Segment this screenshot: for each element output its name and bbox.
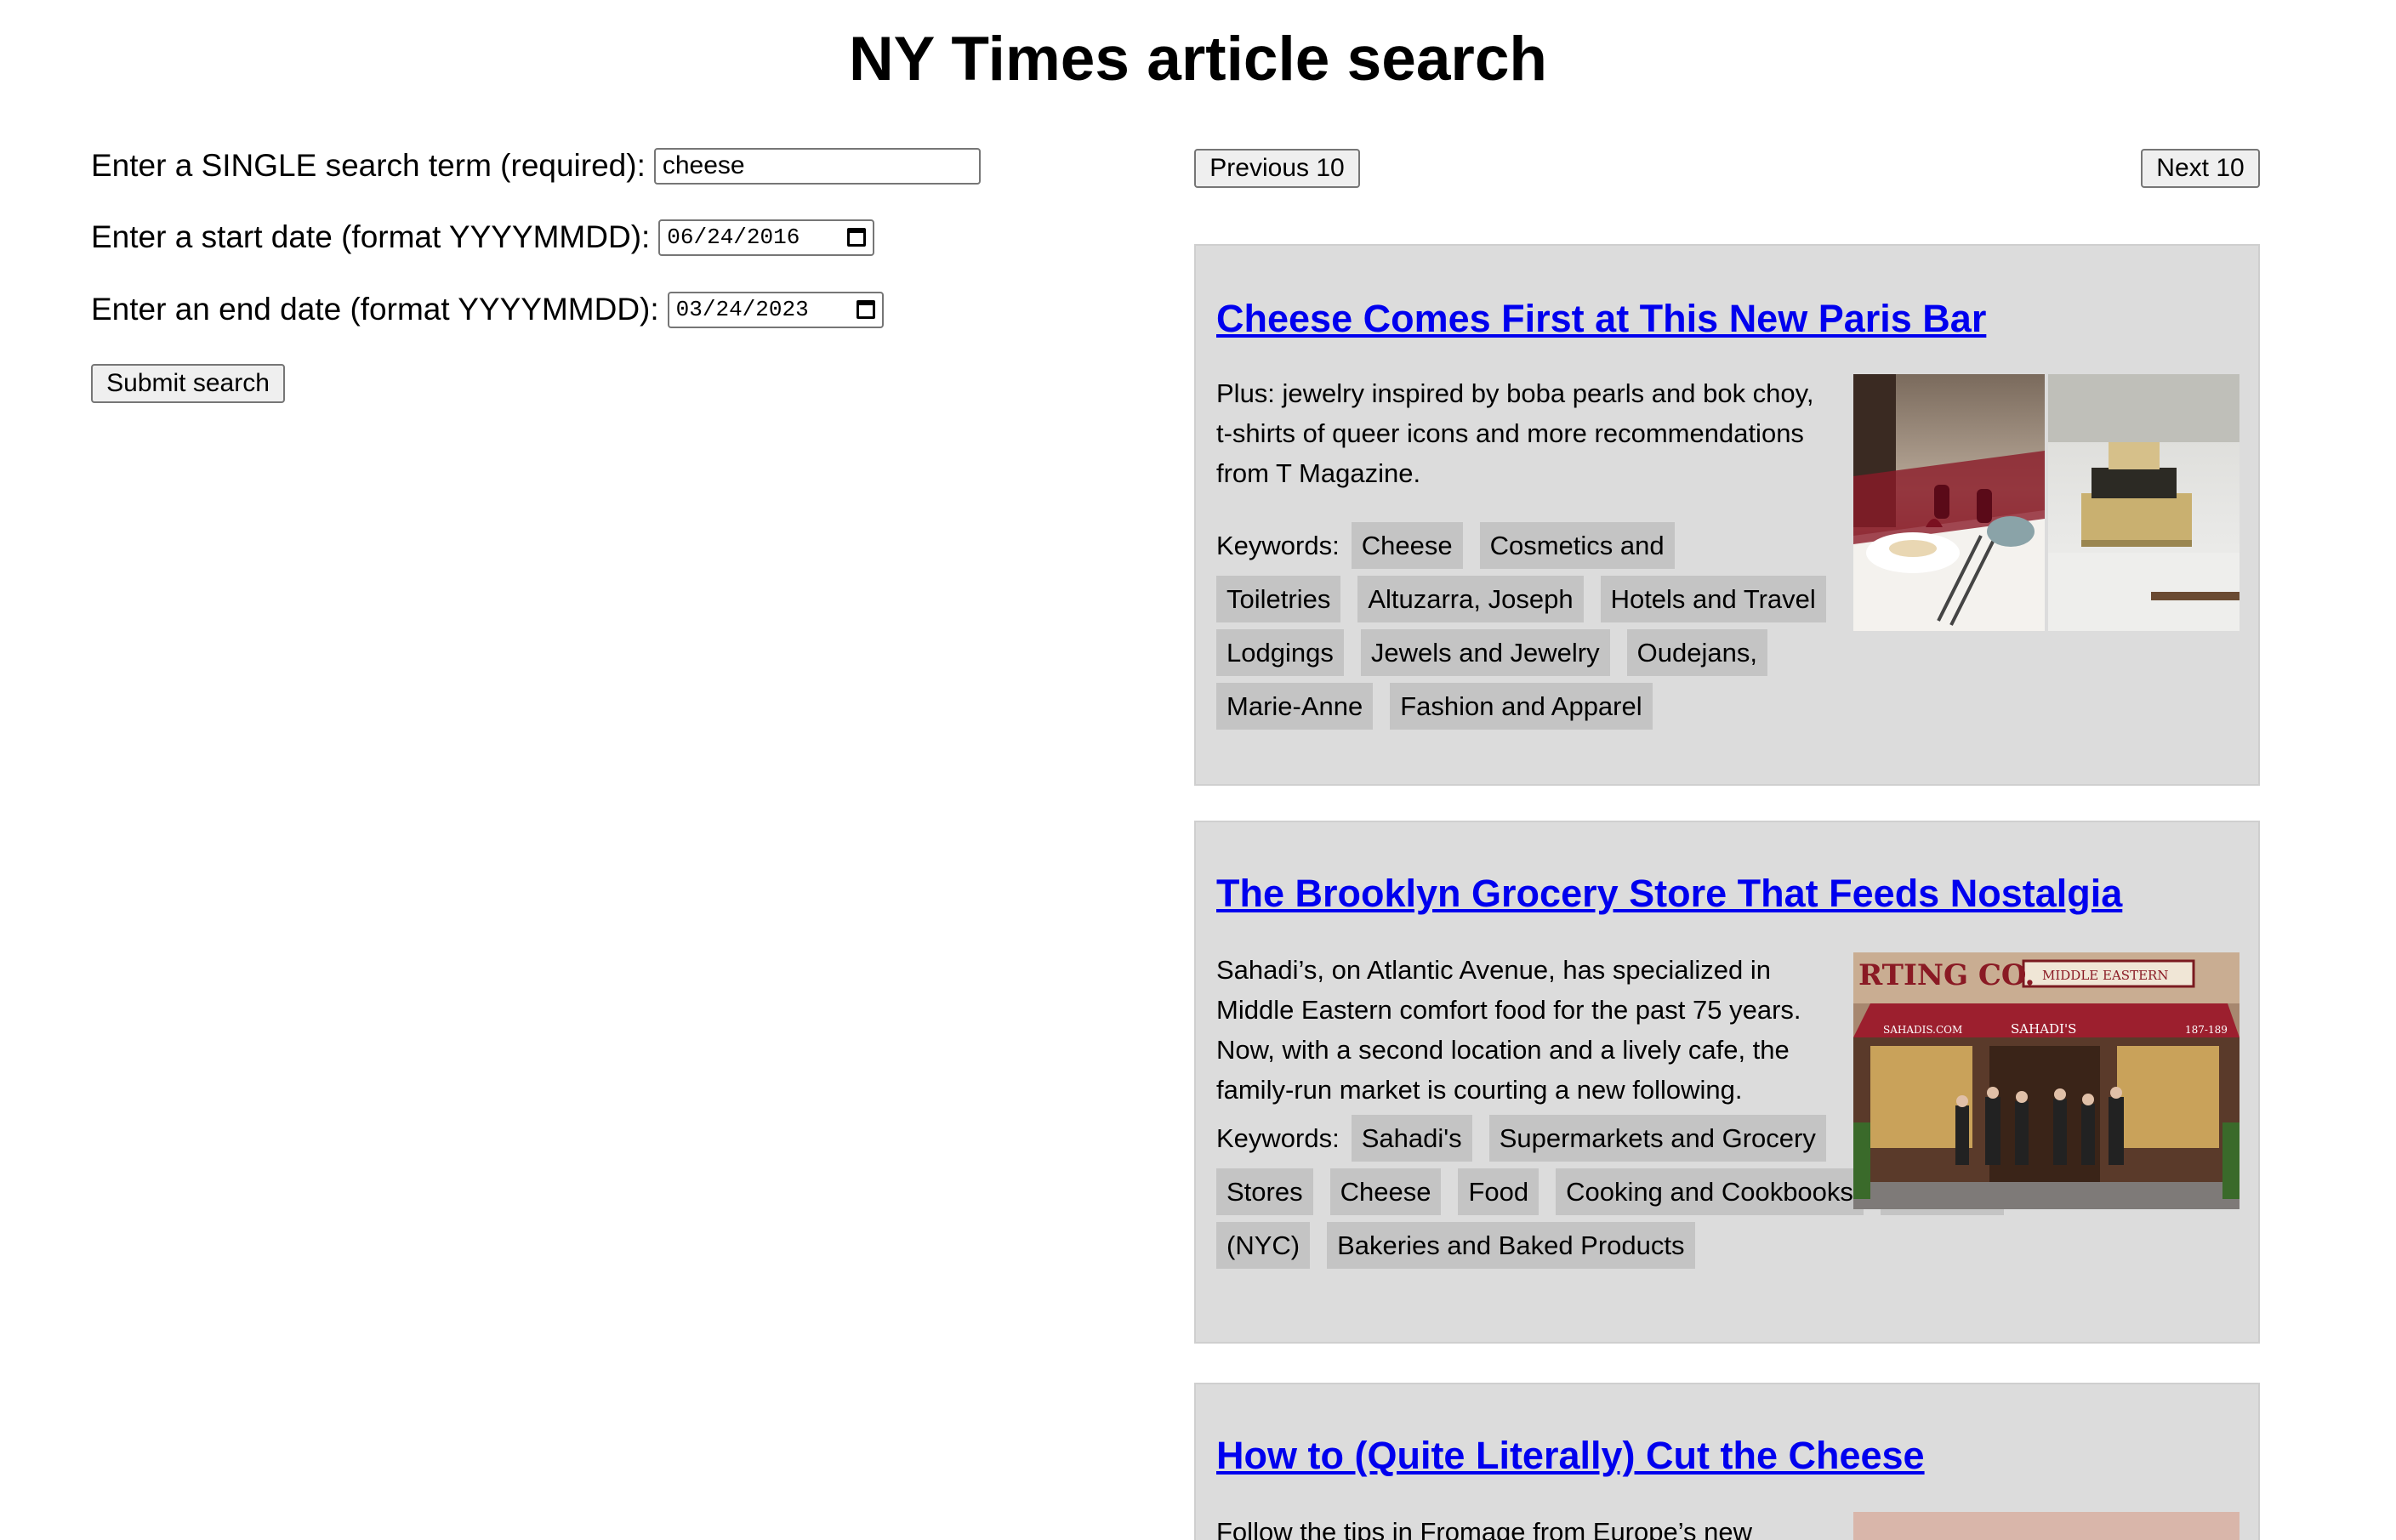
keyword-tag: Cheese	[1329, 1168, 1442, 1215]
end-date-label: Enter an end date (format YYYYMMDD):	[91, 292, 659, 327]
article-thumbnail: RTING CO. MIDDLE EASTERN SAHADIS.COM SAH…	[1853, 952, 2239, 1209]
keyword-tag: Cheese	[1351, 522, 1463, 569]
article-title-link[interactable]: How to (Quite Literally) Cut the Cheese	[1216, 1434, 1925, 1478]
end-date-input[interactable]: 03/24/2023	[667, 291, 884, 328]
keyword-tag: Food	[1458, 1168, 1539, 1215]
next-10-button[interactable]: Next 10	[2141, 149, 2260, 188]
end-date-row: Enter an end date (format YYYYMMDD): 03/…	[91, 289, 884, 330]
article-thumbnail	[1853, 374, 2239, 631]
keyword-tag: Sahadi's	[1351, 1115, 1472, 1162]
keyword-tag: Altuzarra, Joseph	[1357, 576, 1584, 622]
article-abstract: Plus: jewelry inspired by boba pearls an…	[1216, 378, 1814, 488]
keyword-tag: Jewels and Jewelry	[1360, 629, 1610, 676]
previous-10-button[interactable]: Previous 10	[1194, 149, 1360, 188]
keyword-tag: Bakeries and Baked Products	[1327, 1222, 1695, 1269]
page: NY Times article search Enter a SINGLE s…	[0, 0, 2396, 1540]
article-card: Cheese Comes First at This New Paris Bar…	[1194, 244, 2260, 786]
keywords-list: Keywords: Cheese Cosmetics and Toiletries A…	[1216, 519, 1829, 733]
search-input[interactable]: cheese	[653, 147, 981, 185]
article-title-link[interactable]: Cheese Comes First at This New Paris Bar	[1216, 297, 1986, 341]
start-date-value: 06/24/2016	[667, 224, 800, 250]
submit-search-button[interactable]: Submit search	[91, 364, 285, 403]
article-thumbnail	[1853, 1512, 2239, 1540]
search-row: Enter a SINGLE search term (required): c…	[91, 145, 981, 186]
article-card: The Brooklyn Grocery Store That Feeds No…	[1194, 821, 2260, 1344]
article-card: How to (Quite Literally) Cut the Cheese …	[1194, 1383, 2260, 1540]
article-abstract: Follow the tips in Fromage from Europe’s…	[1216, 1517, 1753, 1540]
page-title: NY Times article search	[848, 25, 1548, 94]
search-label: Enter a SINGLE search term (required):	[91, 148, 646, 183]
awning-left-text: SAHADIS.COM	[1883, 1024, 1962, 1036]
keyword-tag: Cooking and Cookbooks	[1556, 1168, 1864, 1215]
sign-subtext: MIDDLE EASTERN	[2042, 968, 2168, 983]
awning-text: SAHADI'S	[2011, 1021, 2076, 1037]
start-date-row: Enter a start date (format YYYYMMDD): 06…	[91, 217, 875, 258]
article-abstract: Sahadi’s, on Atlantic Avenue, has specia…	[1216, 955, 1801, 1105]
end-date-value: 03/24/2023	[675, 297, 809, 322]
keyword-tag: Fashion and Apparel	[1390, 683, 1653, 730]
awning-right-text: 187-189	[2185, 1024, 2228, 1036]
keywords-label: Keywords:	[1216, 531, 1340, 560]
cheese-bar-photo	[1853, 374, 2239, 631]
sign-text: RTING CO.	[1858, 958, 2035, 992]
storefront-photo: RTING CO. MIDDLE EASTERN SAHADIS.COM SAH…	[1853, 952, 2239, 1209]
start-date-input[interactable]: 06/24/2016	[658, 219, 875, 256]
calendar-icon[interactable]	[847, 228, 867, 247]
keywords-label: Keywords:	[1216, 1123, 1340, 1153]
calendar-icon[interactable]	[856, 300, 875, 319]
article-title-link[interactable]: The Brooklyn Grocery Store That Feeds No…	[1216, 872, 2122, 916]
start-date-label: Enter a start date (format YYYYMMDD):	[91, 219, 651, 254]
